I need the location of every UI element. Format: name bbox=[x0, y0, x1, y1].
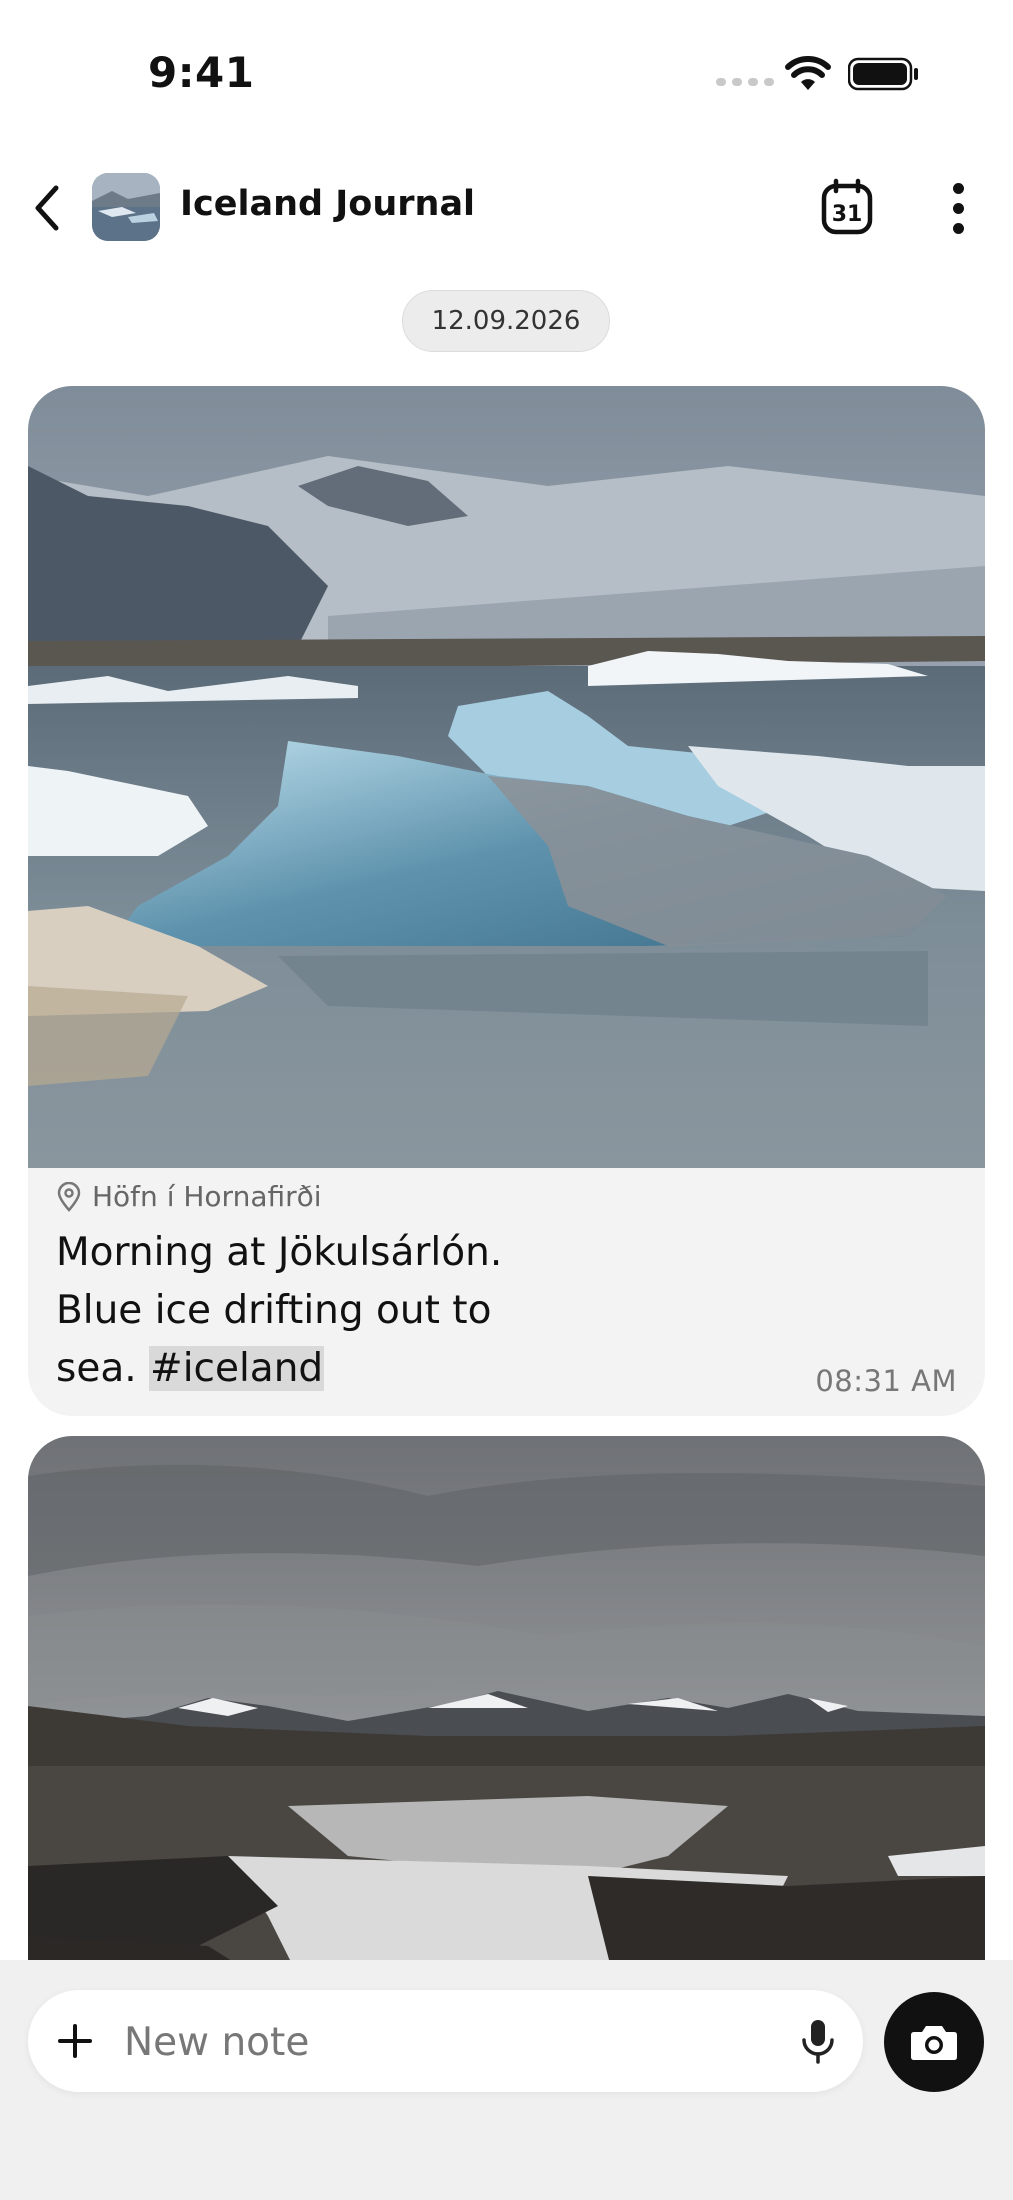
back-button[interactable] bbox=[22, 180, 72, 236]
entry-text: Morning at Jökulsárlón. Blue ice drifting… bbox=[56, 1224, 616, 1398]
plus-icon bbox=[58, 2024, 92, 2058]
calendar-day-text: 31 bbox=[832, 202, 863, 227]
entry-text-line: sea. bbox=[56, 1346, 150, 1391]
journal-avatar[interactable] bbox=[92, 173, 160, 241]
chevron-left-icon bbox=[35, 185, 59, 231]
entry-text-line: Morning at Jökulsárlón. bbox=[56, 1230, 503, 1275]
status-time: 9:41 bbox=[148, 48, 255, 97]
microphone-icon bbox=[802, 2020, 834, 2064]
location-pin-icon bbox=[57, 1181, 81, 1212]
note-input-container bbox=[28, 1990, 863, 2092]
status-bar: 9:41 bbox=[0, 0, 1013, 150]
voice-note-button[interactable] bbox=[798, 2016, 838, 2068]
location-label: Höfn í Hornafirði bbox=[92, 1180, 322, 1213]
camera-icon bbox=[911, 2026, 957, 2060]
date-chip: 12.09.2026 bbox=[402, 290, 610, 352]
entry-timestamp: 08:31 AM bbox=[815, 1364, 957, 1398]
vertical-ellipsis-icon bbox=[952, 182, 964, 194]
calendar-icon: 31 bbox=[821, 178, 873, 235]
app-header: Iceland Journal 31 bbox=[0, 160, 1013, 256]
cellular-signal-icon bbox=[716, 78, 774, 86]
more-options-button[interactable] bbox=[942, 178, 974, 238]
page-title: Iceland Journal bbox=[180, 184, 476, 224]
entry-photo[interactable] bbox=[28, 386, 985, 1168]
wifi-icon bbox=[785, 56, 831, 90]
new-note-input[interactable] bbox=[122, 2008, 726, 2076]
add-attachment-button[interactable] bbox=[52, 2018, 98, 2064]
hashtag-link[interactable]: #iceland bbox=[149, 1346, 325, 1391]
entry-text-line: Blue ice drifting out to bbox=[56, 1288, 492, 1333]
calendar-button[interactable]: 31 bbox=[818, 178, 876, 238]
battery-icon bbox=[848, 57, 918, 91]
camera-button[interactable] bbox=[884, 1992, 984, 2092]
journal-entry-card[interactable]: Höfn í Hornafirði Morning at Jökulsárlón… bbox=[28, 386, 985, 1416]
entry-location[interactable]: Höfn í Hornafirði bbox=[56, 1180, 322, 1213]
note-composer bbox=[0, 1960, 1013, 2200]
